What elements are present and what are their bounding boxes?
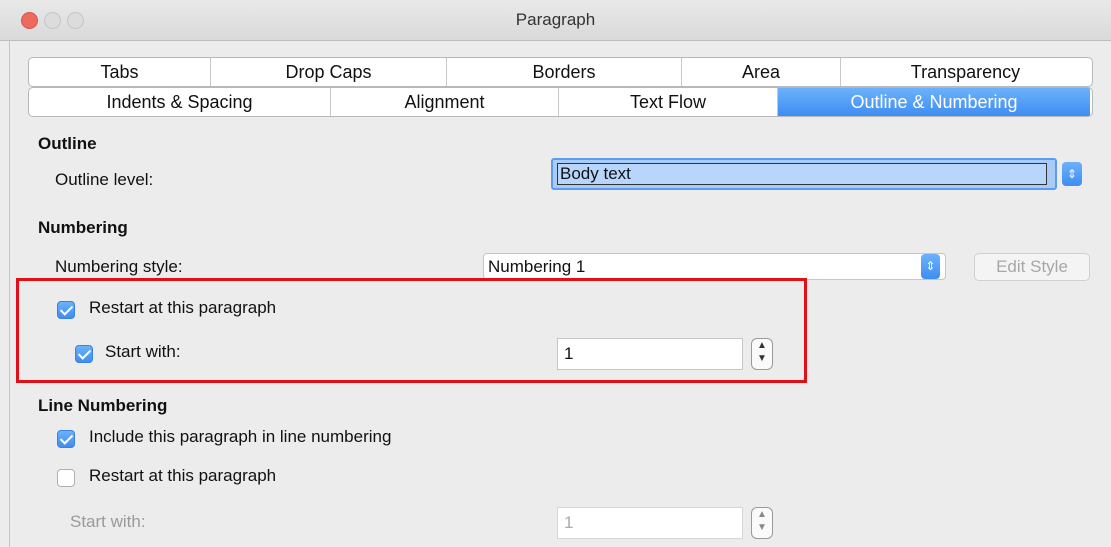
outline-heading: Outline [38, 134, 97, 153]
tab-indents-spacing[interactable]: Indents & Spacing [29, 88, 331, 116]
line-numbering-heading: Line Numbering [38, 396, 168, 415]
restart-line-numbering-label: Restart at this paragraph [89, 466, 277, 485]
numbering-style-value: Numbering 1 [488, 257, 586, 276]
outline-level-value: Body text [557, 163, 1047, 185]
include-line-numbering-label: Include this paragraph in line numbering [89, 427, 392, 446]
include-line-numbering-checkbox[interactable] [57, 430, 75, 448]
tab-drop-caps[interactable]: Drop Caps [211, 58, 447, 86]
outline-level-label: Outline level: [55, 170, 154, 189]
line-start-with-stepper[interactable]: ▲ ▼ [751, 507, 773, 539]
highlight-box [16, 278, 807, 383]
tab-outline-numbering[interactable]: Outline & Numbering [778, 88, 1090, 116]
tab-borders[interactable]: Borders [447, 58, 682, 86]
line-start-with-label: Start with: [70, 512, 146, 531]
edit-style-button[interactable]: Edit Style [974, 253, 1090, 281]
tab-bar-row-2: Indents & Spacing Alignment Text Flow Outli… [28, 87, 1093, 117]
chevron-updown-icon[interactable]: ⇕ [921, 254, 940, 279]
tab-text-flow[interactable]: Text Flow [559, 88, 778, 116]
tab-area[interactable]: Area [682, 58, 841, 86]
restart-line-numbering-checkbox[interactable] [57, 469, 75, 487]
tab-alignment[interactable]: Alignment [331, 88, 559, 116]
outline-level-select[interactable]: Body text ⇕ [551, 158, 1082, 190]
tab-tabs[interactable]: Tabs [29, 58, 211, 86]
window-titlebar: Paragraph [0, 0, 1111, 41]
line-start-with-input[interactable]: 1 [557, 507, 743, 539]
chevron-updown-icon[interactable]: ⇕ [1062, 162, 1082, 186]
numbering-style-select[interactable]: Numbering 1 ⇕ [483, 253, 946, 280]
numbering-style-label: Numbering style: [55, 257, 183, 276]
tab-transparency[interactable]: Transparency [841, 58, 1090, 86]
left-divider [9, 40, 10, 547]
tab-bar-row-1: Tabs Drop Caps Borders Area Transparency [28, 57, 1093, 87]
numbering-heading: Numbering [38, 218, 128, 237]
window-title: Paragraph [515, 10, 596, 29]
